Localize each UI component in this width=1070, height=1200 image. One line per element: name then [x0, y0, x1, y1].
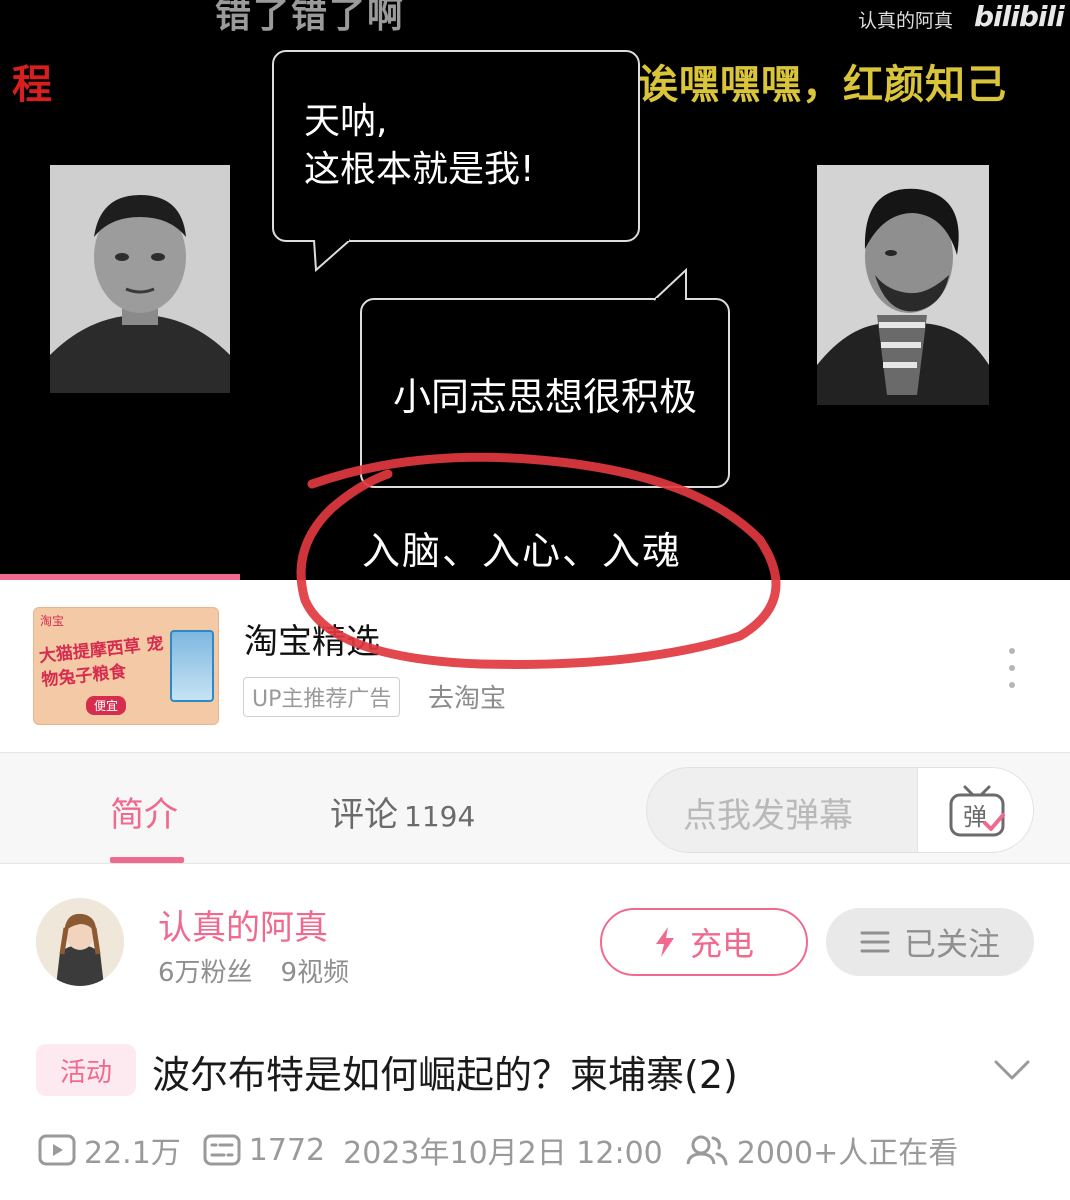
charge-button[interactable]: 充电 [600, 908, 808, 976]
activity-badge[interactable]: 活动 [36, 1044, 136, 1096]
tab-comments-count: 1194 [404, 800, 476, 833]
ad-thumb-button: 便宜 [86, 696, 127, 715]
more-options-icon[interactable] [1000, 648, 1024, 688]
uploader-fans: 6万粉丝 [158, 958, 253, 988]
ad-tag-badge: UP主推荐广告 [243, 677, 401, 717]
bubble-top-tail [313, 238, 351, 273]
subtitle-left: 程 [12, 62, 52, 108]
watching-users-icon [686, 1135, 728, 1166]
tab-bar: 简介 评论 1194 点我发弹幕 弹 [0, 752, 1070, 864]
lightning-icon [655, 927, 674, 957]
danmaku-stat: 1772 [203, 1133, 325, 1168]
views-stat: 22.1万 [38, 1128, 181, 1172]
video-title: 波尔布特是如何崛起的？柬埔寨(2) [152, 1053, 738, 1097]
ad-title[interactable]: 淘宝精选 [244, 614, 380, 663]
speech-bubble-middle: 小同志思想很积极 [360, 298, 730, 488]
menu-icon [860, 931, 890, 953]
uploader-name[interactable]: 认真的阿真 [158, 900, 328, 949]
speech-bubble-top: 天呐, 这根本就是我! [272, 50, 640, 242]
bilibili-logo: bilibili [974, 0, 1065, 33]
uploader-stats: 6万粉丝 9视频 [158, 952, 349, 989]
portrait-left-image [50, 165, 230, 393]
play-count-icon [38, 1134, 76, 1166]
chevron-down-icon[interactable] [992, 1054, 1032, 1084]
tab-comments-label: 评论 [330, 795, 398, 835]
portrait-right-image [817, 165, 989, 405]
video-meta-row: 22.1万 1772 2023年10月2日 12:00 2000+人正在看 [0, 1120, 1070, 1180]
views-count: 22.1万 [84, 1136, 181, 1171]
video-player[interactable]: 错了错了啊 程 马西埃:诶嘿嘿嘿，红颜知己 认真的阿真 bilibili 天呐,… [0, 0, 1070, 580]
follow-label: 已关注 [903, 925, 1000, 963]
tab-intro[interactable]: 简介 [110, 787, 178, 836]
ad-link[interactable]: 去淘宝 [428, 678, 506, 715]
video-title-row: 活动 波尔布特是如何崛起的？柬埔寨(2) [0, 1030, 1070, 1120]
product-pack-image [170, 630, 214, 702]
ad-thumb-label: 淘宝 [40, 614, 65, 628]
uploader-row: 认真的阿真 6万粉丝 9视频 充电 已关注 [0, 866, 1070, 1016]
tab-comments[interactable]: 评论 1194 [330, 787, 475, 836]
ad-thumbnail[interactable]: 淘宝 大猫提摩西草 宠物兔子粮食 便宜 [33, 607, 219, 725]
subtitle-top: 错了错了啊 [215, 0, 406, 36]
ad-thumb-text: 大猫提摩西草 宠物兔子粮食 [38, 633, 165, 691]
danmaku-icon: 弹 [949, 785, 1005, 837]
watching-count: 2000+人正在看 [736, 1136, 959, 1171]
bubble-top-line1: 天呐, [304, 101, 388, 142]
ad-row[interactable]: 淘宝 大猫提摩西草 宠物兔子粮食 便宜 淘宝精选 UP主推荐广告 去淘宝 [0, 580, 1070, 750]
tab-active-indicator [110, 857, 184, 863]
bubble-middle-tail [653, 268, 687, 302]
watermark-user: 认真的阿真 [858, 10, 954, 32]
publish-datetime: 2023年10月2日 12:00 [343, 1136, 663, 1171]
uploader-videos: 9视频 [280, 958, 350, 988]
avatar[interactable] [36, 898, 124, 986]
follow-button[interactable]: 已关注 [826, 908, 1034, 976]
svg-text:弹: 弹 [963, 803, 987, 831]
subtitle-bottom: 入脑、入心、入魂 [362, 529, 683, 573]
danmaku-count: 1772 [248, 1132, 326, 1168]
charge-label: 充电 [689, 925, 754, 963]
danmaku-input[interactable]: 点我发弹幕 [683, 788, 853, 837]
watching-stat: 2000+人正在看 [685, 1128, 958, 1172]
bubble-top-line2: 这根本就是我! [304, 149, 535, 190]
danmaku-box[interactable]: 点我发弹幕 弹 [646, 767, 1034, 853]
danmaku-toggle-button[interactable]: 弹 [917, 768, 1033, 852]
danmaku-count-icon [203, 1134, 241, 1166]
